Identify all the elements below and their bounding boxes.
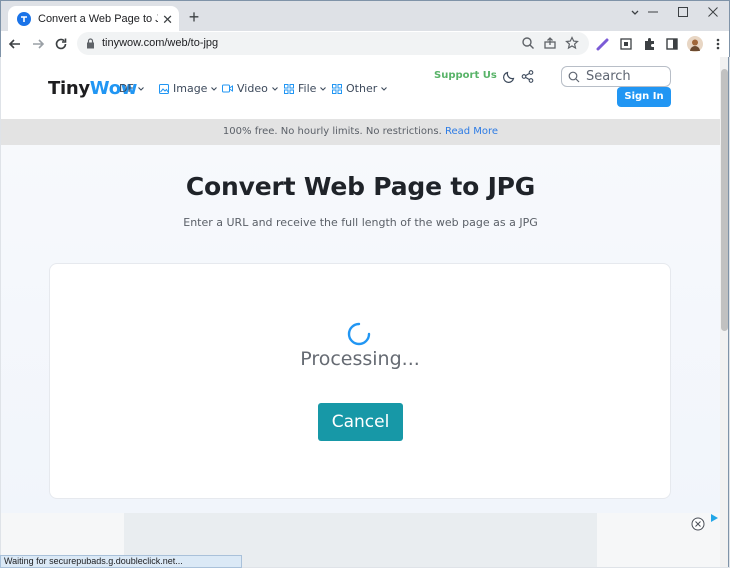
page-subtitle: Enter a URL and receive the full length … xyxy=(183,216,538,229)
back-arrow-icon[interactable] xyxy=(6,35,24,53)
new-tab-button[interactable]: + xyxy=(185,7,203,27)
sign-in-button[interactable]: Sign In xyxy=(617,87,671,107)
tab-close-icon[interactable]: ✕ xyxy=(162,13,173,26)
maximize-button[interactable] xyxy=(667,3,699,21)
nav-item-file[interactable]: File xyxy=(284,82,327,95)
tab-title: Convert a Web Page to JPG from xyxy=(38,13,159,25)
nav-label-video: Video xyxy=(237,82,268,95)
url-text: tinywow.com/web/to-jpg xyxy=(102,37,219,49)
search-label: Search xyxy=(586,69,631,84)
chevron-down-icon xyxy=(137,85,145,93)
adchoices-icon[interactable] xyxy=(709,513,719,523)
nav-label-other: Other xyxy=(346,82,378,95)
image-icon xyxy=(159,83,169,94)
close-window-button[interactable] xyxy=(697,3,729,21)
page-viewport: TinyWow DF Image Video File Other Suppor… xyxy=(1,57,720,567)
page-title: Convert Web Page to JPG xyxy=(185,172,536,201)
nav-item-pdf[interactable]: DF xyxy=(119,82,145,95)
address-bar[interactable]: tinywow.com/web/to-jpg xyxy=(77,32,589,55)
browser-tab[interactable]: Convert a Web Page to JPG from ✕ xyxy=(8,6,179,32)
forward-arrow-icon[interactable] xyxy=(29,35,47,53)
profile-avatar[interactable] xyxy=(686,35,704,53)
processing-status: Processing... xyxy=(300,348,420,370)
logo-part-tiny: Tiny xyxy=(48,78,90,99)
lock-icon xyxy=(86,38,95,49)
chevron-down-icon xyxy=(319,85,327,93)
browser-toolbar: tinywow.com/web/to-jpg xyxy=(0,31,730,57)
cancel-button[interactable]: Cancel xyxy=(318,403,403,441)
banner-text: 100% free. No hourly limits. No restrict… xyxy=(222,126,442,137)
nav-label-image: Image xyxy=(173,82,208,95)
pen-extension-icon[interactable] xyxy=(594,35,612,53)
share-icon[interactable] xyxy=(521,70,534,83)
site-header: TinyWow DF Image Video File Other Suppor… xyxy=(1,57,720,118)
chevron-down-icon xyxy=(380,85,388,93)
loading-spinner-icon xyxy=(347,322,371,346)
scrollbar-thumb[interactable] xyxy=(721,69,728,331)
reload-icon[interactable] xyxy=(52,35,70,53)
search-icon xyxy=(568,71,580,83)
browser-titlebar: Convert a Web Page to JPG from ✕ + xyxy=(0,0,730,32)
share-icon[interactable] xyxy=(543,36,557,50)
support-us-link[interactable]: Support Us xyxy=(434,70,497,81)
grid-icon xyxy=(332,83,342,94)
page-scrollbar[interactable] xyxy=(720,57,729,567)
nav-item-image[interactable]: Image xyxy=(159,82,218,95)
nav-item-video[interactable]: Video xyxy=(222,82,279,95)
zoom-search-icon[interactable] xyxy=(521,36,535,50)
chevron-down-icon xyxy=(210,85,218,93)
main-content: Convert Web Page to JPG Enter a URL and … xyxy=(1,145,720,515)
file-icon xyxy=(284,83,294,94)
ad-close-icon[interactable] xyxy=(691,517,705,531)
browser-status-bar: Waiting for securepubads.g.doubleclick.n… xyxy=(0,555,242,568)
chevron-down-icon xyxy=(271,85,279,93)
processing-card: Processing... Cancel xyxy=(49,263,671,499)
side-panel-icon[interactable] xyxy=(663,35,681,53)
read-more-link[interactable]: Read More xyxy=(445,126,498,137)
nav-label-pdf: DF xyxy=(119,82,134,95)
promo-banner: 100% free. No hourly limits. No restrict… xyxy=(1,119,720,145)
dark-mode-moon-icon[interactable] xyxy=(503,70,516,83)
screenshot-extension-icon[interactable] xyxy=(617,35,635,53)
video-icon xyxy=(222,84,233,93)
site-search-box[interactable]: Search xyxy=(561,66,671,87)
more-menu-icon[interactable] xyxy=(709,35,727,53)
minimize-button[interactable] xyxy=(637,3,669,21)
nav-label-file: File xyxy=(298,82,317,95)
tinywow-favicon-icon xyxy=(17,12,31,26)
extensions-puzzle-icon[interactable] xyxy=(640,35,658,53)
bookmark-star-icon[interactable] xyxy=(565,36,579,50)
nav-item-other[interactable]: Other xyxy=(332,82,388,95)
